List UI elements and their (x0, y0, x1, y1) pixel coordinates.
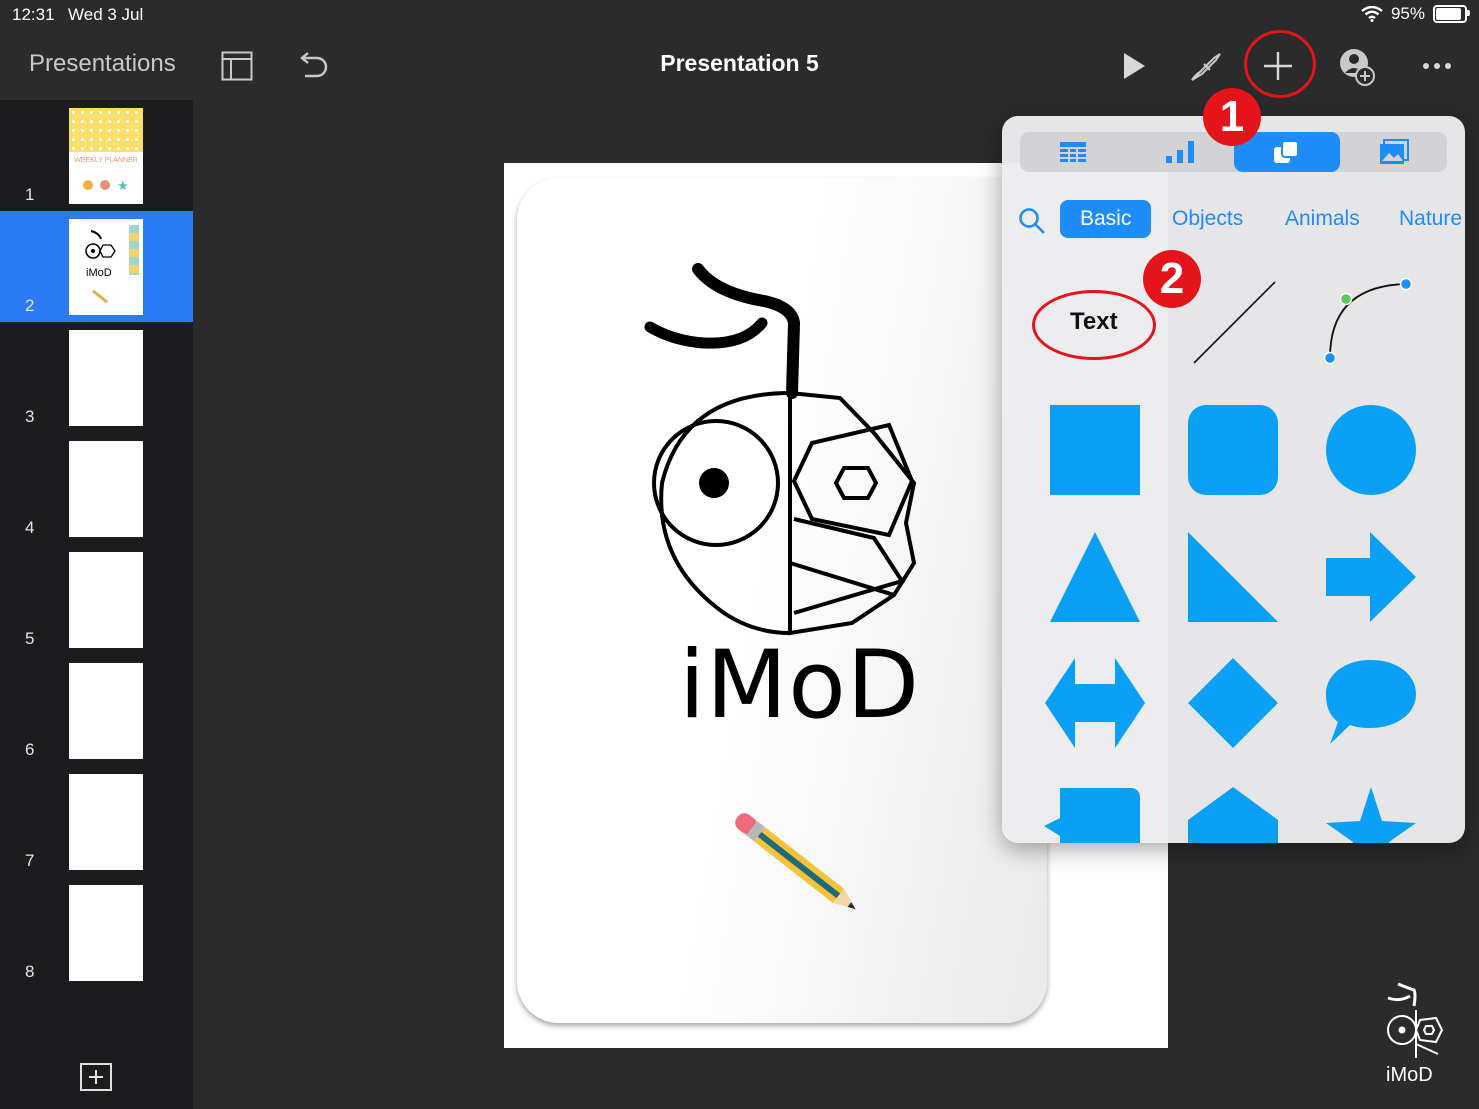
arrow-shape[interactable] (1326, 532, 1416, 622)
shape-icon (1274, 140, 1299, 163)
slide-thumbnail-2[interactable]: iMoD 2 (0, 211, 193, 322)
slide-thumbnail-7[interactable]: 7 (0, 766, 193, 877)
table-icon (1060, 142, 1086, 162)
star-shape[interactable] (1326, 787, 1416, 843)
slide-6-preview (69, 663, 143, 759)
imod-watermark-text: iMoD (1386, 1064, 1433, 1086)
right-triangle-shape[interactable] (1188, 532, 1278, 622)
rounded-square-shape[interactable] (1188, 405, 1278, 495)
chart-icon (1166, 141, 1194, 163)
slide-thumbnail-3[interactable]: 3 (0, 322, 193, 433)
diamond-shape[interactable] (1188, 658, 1278, 748)
insert-popover: Basic Objects Animals Nature Text (1002, 116, 1465, 843)
play-icon[interactable] (1112, 44, 1156, 88)
slide-number: 3 (25, 407, 35, 426)
slide-thumbnail-8[interactable]: 8 (0, 877, 193, 988)
curve-shape[interactable] (1323, 277, 1413, 365)
slide-number: 6 (25, 740, 35, 759)
callout-shape[interactable] (1044, 788, 1140, 843)
step-1-badge: 1 (1203, 88, 1261, 146)
category-animals[interactable]: Animals (1285, 200, 1360, 238)
slide-number: 8 (25, 962, 35, 981)
category-nature[interactable]: Nature (1399, 200, 1462, 238)
status-bar: 12:31 Wed 3 Jul 95% (0, 0, 1479, 30)
line-shape[interactable] (1193, 281, 1276, 364)
imod-watermark: iMoD (1380, 980, 1450, 1090)
shape-category-bar: Basic Objects Animals Nature (1002, 200, 1465, 240)
slide-1-preview: WEEKLY PLANNER ★ (69, 108, 143, 204)
battery-percent: 95% (1390, 4, 1425, 23)
annotation-ring-text (1032, 290, 1156, 360)
battery-icon (1433, 5, 1470, 23)
document-title[interactable]: Presentation 5 (660, 50, 819, 76)
slide-number: 7 (25, 851, 35, 870)
slide-number: 5 (25, 629, 35, 648)
slide-logo-text: iMoD (679, 631, 921, 740)
media-icon (1380, 139, 1409, 164)
slide-number: 2 (25, 296, 35, 315)
circle-shape[interactable] (1326, 405, 1416, 495)
slide-8-preview (69, 885, 143, 981)
more-icon[interactable] (1415, 44, 1459, 88)
media-tab[interactable] (1341, 132, 1447, 172)
search-icon[interactable] (1018, 207, 1046, 235)
status-date: Wed 3 Jul (68, 5, 144, 24)
weekly-planner-label: WEEKLY PLANNER (74, 157, 138, 164)
category-basic[interactable]: Basic (1060, 200, 1152, 238)
pentagon-shape[interactable] (1188, 787, 1278, 843)
presentations-button[interactable]: Presentations (29, 50, 176, 78)
slide-number: 1 (25, 185, 35, 204)
table-tab[interactable] (1020, 132, 1126, 172)
format-brush-icon[interactable] (1184, 44, 1228, 88)
add-slide-button[interactable] (80, 1063, 112, 1091)
collaborate-icon[interactable] (1334, 44, 1378, 88)
step-2-badge: 2 (1143, 250, 1201, 308)
slide-navigator: WEEKLY PLANNER ★ 1 iMoD 2 3 4 5 6 7 8 (0, 100, 193, 1109)
category-objects[interactable]: Objects (1172, 200, 1243, 238)
pencil-image (735, 813, 856, 910)
status-right: 95% (1361, 4, 1470, 24)
slide-thumbnail-1[interactable]: WEEKLY PLANNER ★ 1 (0, 100, 193, 211)
slide-5-preview (69, 552, 143, 648)
speech-bubble-shape[interactable] (1326, 660, 1416, 744)
wifi-icon (1361, 6, 1383, 22)
square-shape[interactable] (1050, 405, 1140, 495)
slide-4-preview (69, 441, 143, 537)
slide-number: 4 (25, 518, 35, 537)
imod-watermark-logo (1387, 982, 1444, 1058)
slide-thumbnail-5[interactable]: 5 (0, 544, 193, 655)
slide-thumbnail-4[interactable]: 4 (0, 433, 193, 544)
annotation-ring-add (1244, 30, 1316, 98)
undo-icon[interactable] (290, 44, 334, 88)
slide-2-preview: iMoD (69, 219, 143, 315)
mascot-logo-image (644, 263, 917, 636)
status-time: 12:31 (12, 5, 55, 24)
triangle-shape[interactable] (1050, 532, 1140, 622)
slide-3-preview (69, 330, 143, 426)
double-arrow-shape[interactable] (1045, 658, 1145, 748)
slide-7-preview (69, 774, 143, 870)
slide-view-icon[interactable] (215, 44, 259, 88)
slide-2-logo-text: iMoD (86, 267, 112, 279)
slide-thumbnail-6[interactable]: 6 (0, 655, 193, 766)
